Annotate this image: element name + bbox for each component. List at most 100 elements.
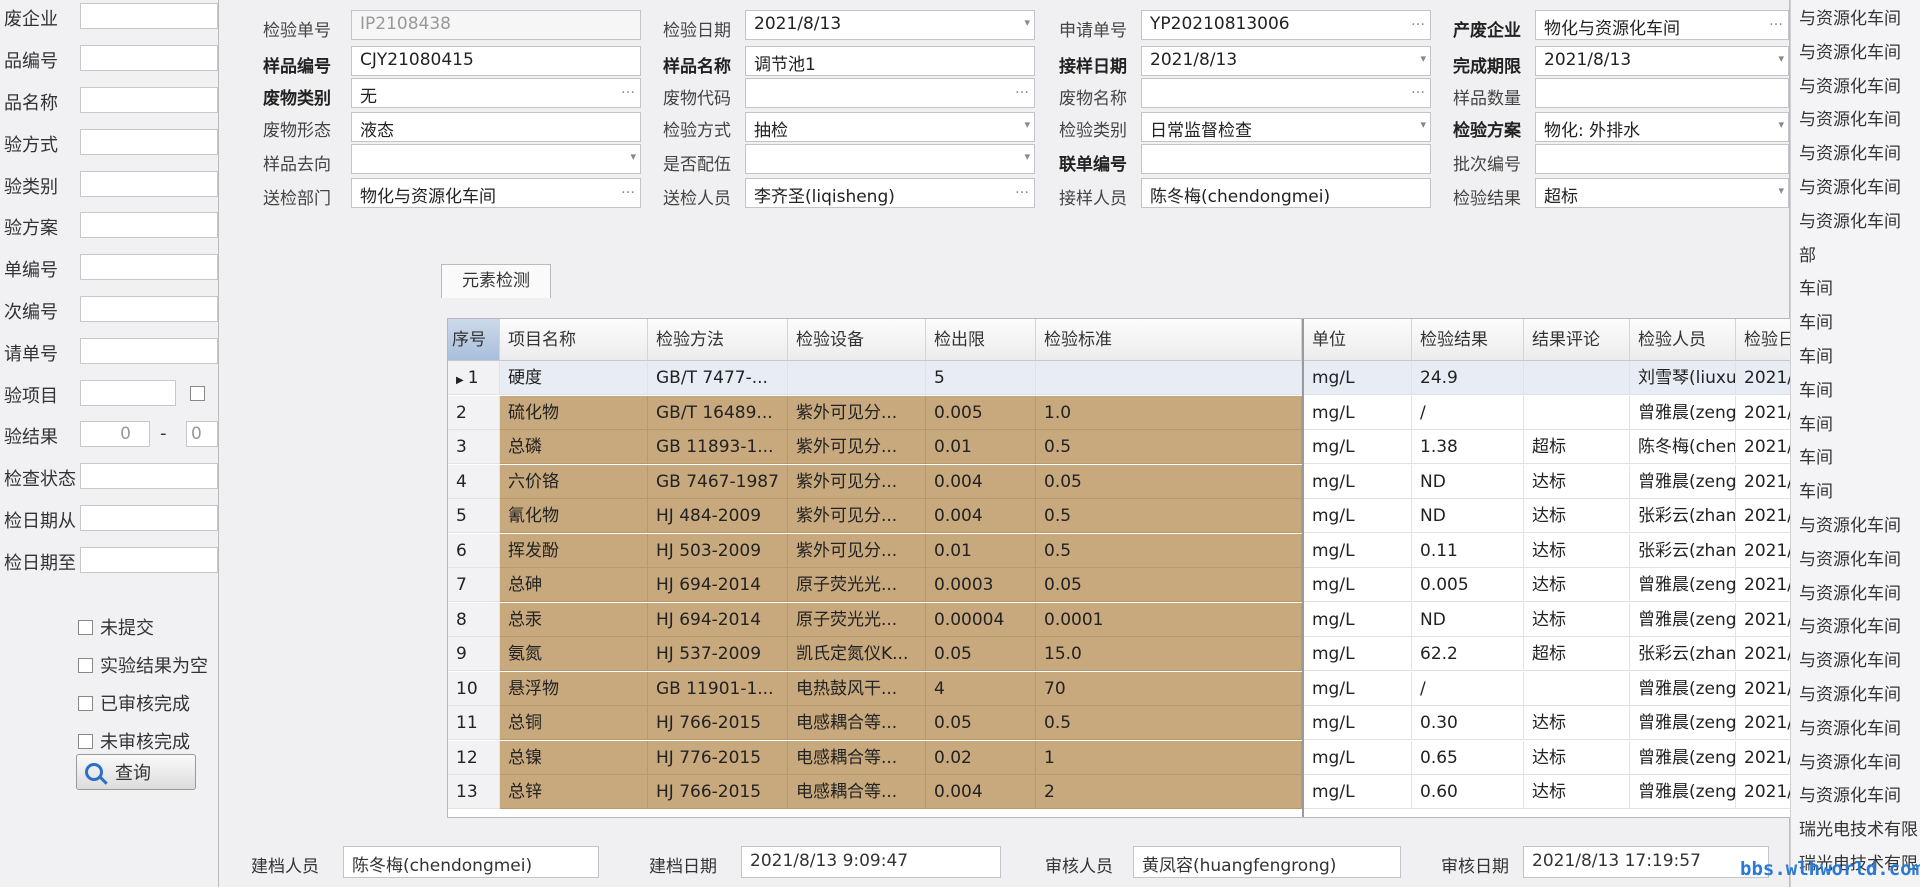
table-cell[interactable]: 0.05: [1036, 464, 1302, 499]
table-cell[interactable]: 0.01: [926, 430, 1036, 464]
table-cell[interactable]: 11: [448, 706, 500, 740]
chevron-down-icon[interactable]: ▾: [1420, 118, 1426, 131]
table-cell[interactable]: 超标: [1524, 637, 1630, 671]
table-cell[interactable]: 1.38: [1412, 430, 1524, 464]
ellipsis-icon[interactable]: …: [1769, 13, 1784, 29]
table-cell[interactable]: HJ 766-2015: [648, 775, 788, 809]
list-item[interactable]: 与资源化车间: [1799, 545, 1901, 570]
compat-field[interactable]: ▾: [745, 144, 1035, 174]
table-cell[interactable]: [1036, 361, 1302, 395]
table-cell[interactable]: /: [1412, 671, 1524, 706]
table-cell[interactable]: 达标: [1524, 602, 1630, 637]
finish-limit-field[interactable]: 2021/8/13 ▾: [1535, 46, 1789, 76]
column-header[interactable]: 检验标准: [1036, 319, 1302, 361]
table-row[interactable]: ▶1硬度GB/T 7477-...5mg/L24.9刘雪琴(liuxu...20…: [448, 361, 1920, 395]
list-item[interactable]: 瑞光电技术有限: [1799, 815, 1918, 840]
table-cell[interactable]: 总砷: [500, 568, 648, 602]
table-cell[interactable]: GB 7467-1987: [648, 464, 788, 499]
table-cell[interactable]: mg/L: [1304, 602, 1412, 637]
query-button[interactable]: 查询: [76, 754, 196, 790]
column-header[interactable]: 项目名称: [500, 319, 648, 361]
filter-input[interactable]: [80, 546, 218, 573]
table-cell[interactable]: mg/L: [1304, 430, 1412, 464]
waste-form-field[interactable]: 液态: [351, 112, 641, 142]
list-item[interactable]: 与资源化车间: [1799, 748, 1901, 773]
table-cell[interactable]: ND: [1412, 464, 1524, 499]
table-cell[interactable]: 电感耦合等...: [788, 740, 926, 775]
filter-checkbox[interactable]: 已审核完成: [78, 690, 190, 716]
list-item[interactable]: 与资源化车间: [1799, 511, 1901, 536]
ellipsis-icon[interactable]: …: [1015, 81, 1030, 97]
table-row[interactable]: 6 挥发酚 HJ 503-2009 紫外可见分... 0.01 0.5 mg/L 0.11 达标…: [448, 533, 1920, 568]
sample-qty-field[interactable]: [1535, 78, 1789, 108]
table-cell[interactable]: 0.02: [926, 740, 1036, 775]
table-cell[interactable]: [788, 361, 926, 395]
filter-input[interactable]: [80, 128, 218, 155]
checkbox-box[interactable]: [78, 733, 93, 749]
table-cell[interactable]: 0.11: [1412, 533, 1524, 568]
table-cell[interactable]: 4: [448, 464, 500, 499]
table-cell[interactable]: 0.5: [1036, 430, 1302, 464]
table-cell[interactable]: 2: [448, 395, 500, 430]
column-header[interactable]: 检验人员: [1630, 319, 1736, 361]
table-cell[interactable]: 1: [1036, 740, 1302, 775]
table-cell[interactable]: GB 11893-1...: [648, 430, 788, 464]
table-cell[interactable]: HJ 766-2015: [648, 706, 788, 740]
list-item[interactable]: 部: [1799, 241, 1816, 266]
table-cell[interactable]: 0.0003: [926, 568, 1036, 602]
test-no-field[interactable]: IP2108438: [351, 10, 641, 40]
table-cell[interactable]: 紫外可见分...: [788, 430, 926, 464]
list-item[interactable]: 车间: [1799, 342, 1833, 367]
test-date-field[interactable]: 2021/8/13 ▾: [745, 10, 1035, 40]
table-row[interactable]: 10 悬浮物 GB 11901-1... 电热鼓风干... 4 70 mg/L / 曾雅晨(ze…: [448, 671, 1920, 706]
table-cell[interactable]: 曾雅晨(zeng...: [1630, 568, 1736, 602]
list-item[interactable]: 与资源化车间: [1799, 714, 1901, 739]
table-cell[interactable]: 3: [448, 430, 500, 464]
table-row[interactable]: 11 总铜 HJ 766-2015 电感耦合等... 0.05 0.5 mg/L 0.30 达标…: [448, 706, 1920, 740]
table-cell[interactable]: 原子荧光光...: [788, 602, 926, 637]
table-row[interactable]: 13 总锌 HJ 766-2015 电感耦合等... 0.004 2 mg/L 0.60 达标 曾…: [448, 775, 1920, 809]
list-item[interactable]: 与资源化车间: [1799, 38, 1901, 63]
table-cell[interactable]: mg/L: [1304, 637, 1412, 671]
column-header[interactable]: 单位: [1304, 319, 1412, 361]
table-cell[interactable]: 0.005: [926, 395, 1036, 430]
filter-checkbox[interactable]: 未审核完成: [78, 728, 190, 754]
list-item[interactable]: 与资源化车间: [1799, 781, 1901, 806]
table-cell[interactable]: 挥发酚: [500, 533, 648, 568]
table-cell[interactable]: 0.5: [1036, 499, 1302, 533]
table-cell[interactable]: 氨氮: [500, 637, 648, 671]
table-cell[interactable]: 8: [448, 602, 500, 637]
table-cell[interactable]: GB/T 7477-...: [648, 361, 788, 395]
table-cell[interactable]: HJ 776-2015: [648, 740, 788, 775]
filter-checkbox[interactable]: 实验结果为空: [78, 652, 208, 678]
table-cell[interactable]: 总汞: [500, 602, 648, 637]
table-cell[interactable]: 原子荧光光...: [788, 568, 926, 602]
table-cell[interactable]: 达标: [1524, 464, 1630, 499]
table-cell[interactable]: 0.005: [1412, 568, 1524, 602]
table-cell[interactable]: 六价铬: [500, 464, 648, 499]
table-cell[interactable]: 紫外可见分...: [788, 499, 926, 533]
result-to-input[interactable]: 0: [186, 421, 218, 448]
table-cell[interactable]: 0.5: [1036, 533, 1302, 568]
filter-checkbox[interactable]: 未提交: [78, 614, 154, 640]
waste-type-field[interactable]: 无…: [351, 78, 641, 108]
archive-date-field[interactable]: 2021/8/13 9:09:47: [741, 846, 1001, 878]
table-cell[interactable]: ▶ 1: [448, 361, 500, 395]
tab-element-test[interactable]: 元素检测: [441, 264, 551, 298]
receive-date-field[interactable]: 2021/8/13 ▾: [1141, 46, 1431, 76]
table-cell[interactable]: HJ 694-2014: [648, 602, 788, 637]
review-date-field[interactable]: 2021/8/13 17:19:57: [1523, 846, 1769, 878]
chevron-down-icon[interactable]: ▾: [1778, 52, 1784, 65]
list-item[interactable]: 车间: [1799, 274, 1833, 299]
sender-field[interactable]: 李齐圣(liqisheng)…: [745, 178, 1035, 208]
table-cell[interactable]: 紫外可见分...: [788, 533, 926, 568]
checkbox-box[interactable]: [78, 695, 93, 711]
table-cell[interactable]: GB 11901-1...: [648, 671, 788, 706]
table-cell[interactable]: [1524, 671, 1630, 706]
waste-name-field[interactable]: …: [1141, 78, 1431, 108]
column-header[interactable]: 检验方法: [648, 319, 788, 361]
results-grid[interactable]: 序号项目名称检验方法检验设备检出限检验标准单位检验结果结果评论检验人员检验日期备…: [447, 318, 1920, 818]
table-cell[interactable]: 7: [448, 568, 500, 602]
column-header[interactable]: 结果评论: [1524, 319, 1630, 361]
reviewer-field[interactable]: 黄凤容(huangfengrong): [1133, 846, 1401, 878]
